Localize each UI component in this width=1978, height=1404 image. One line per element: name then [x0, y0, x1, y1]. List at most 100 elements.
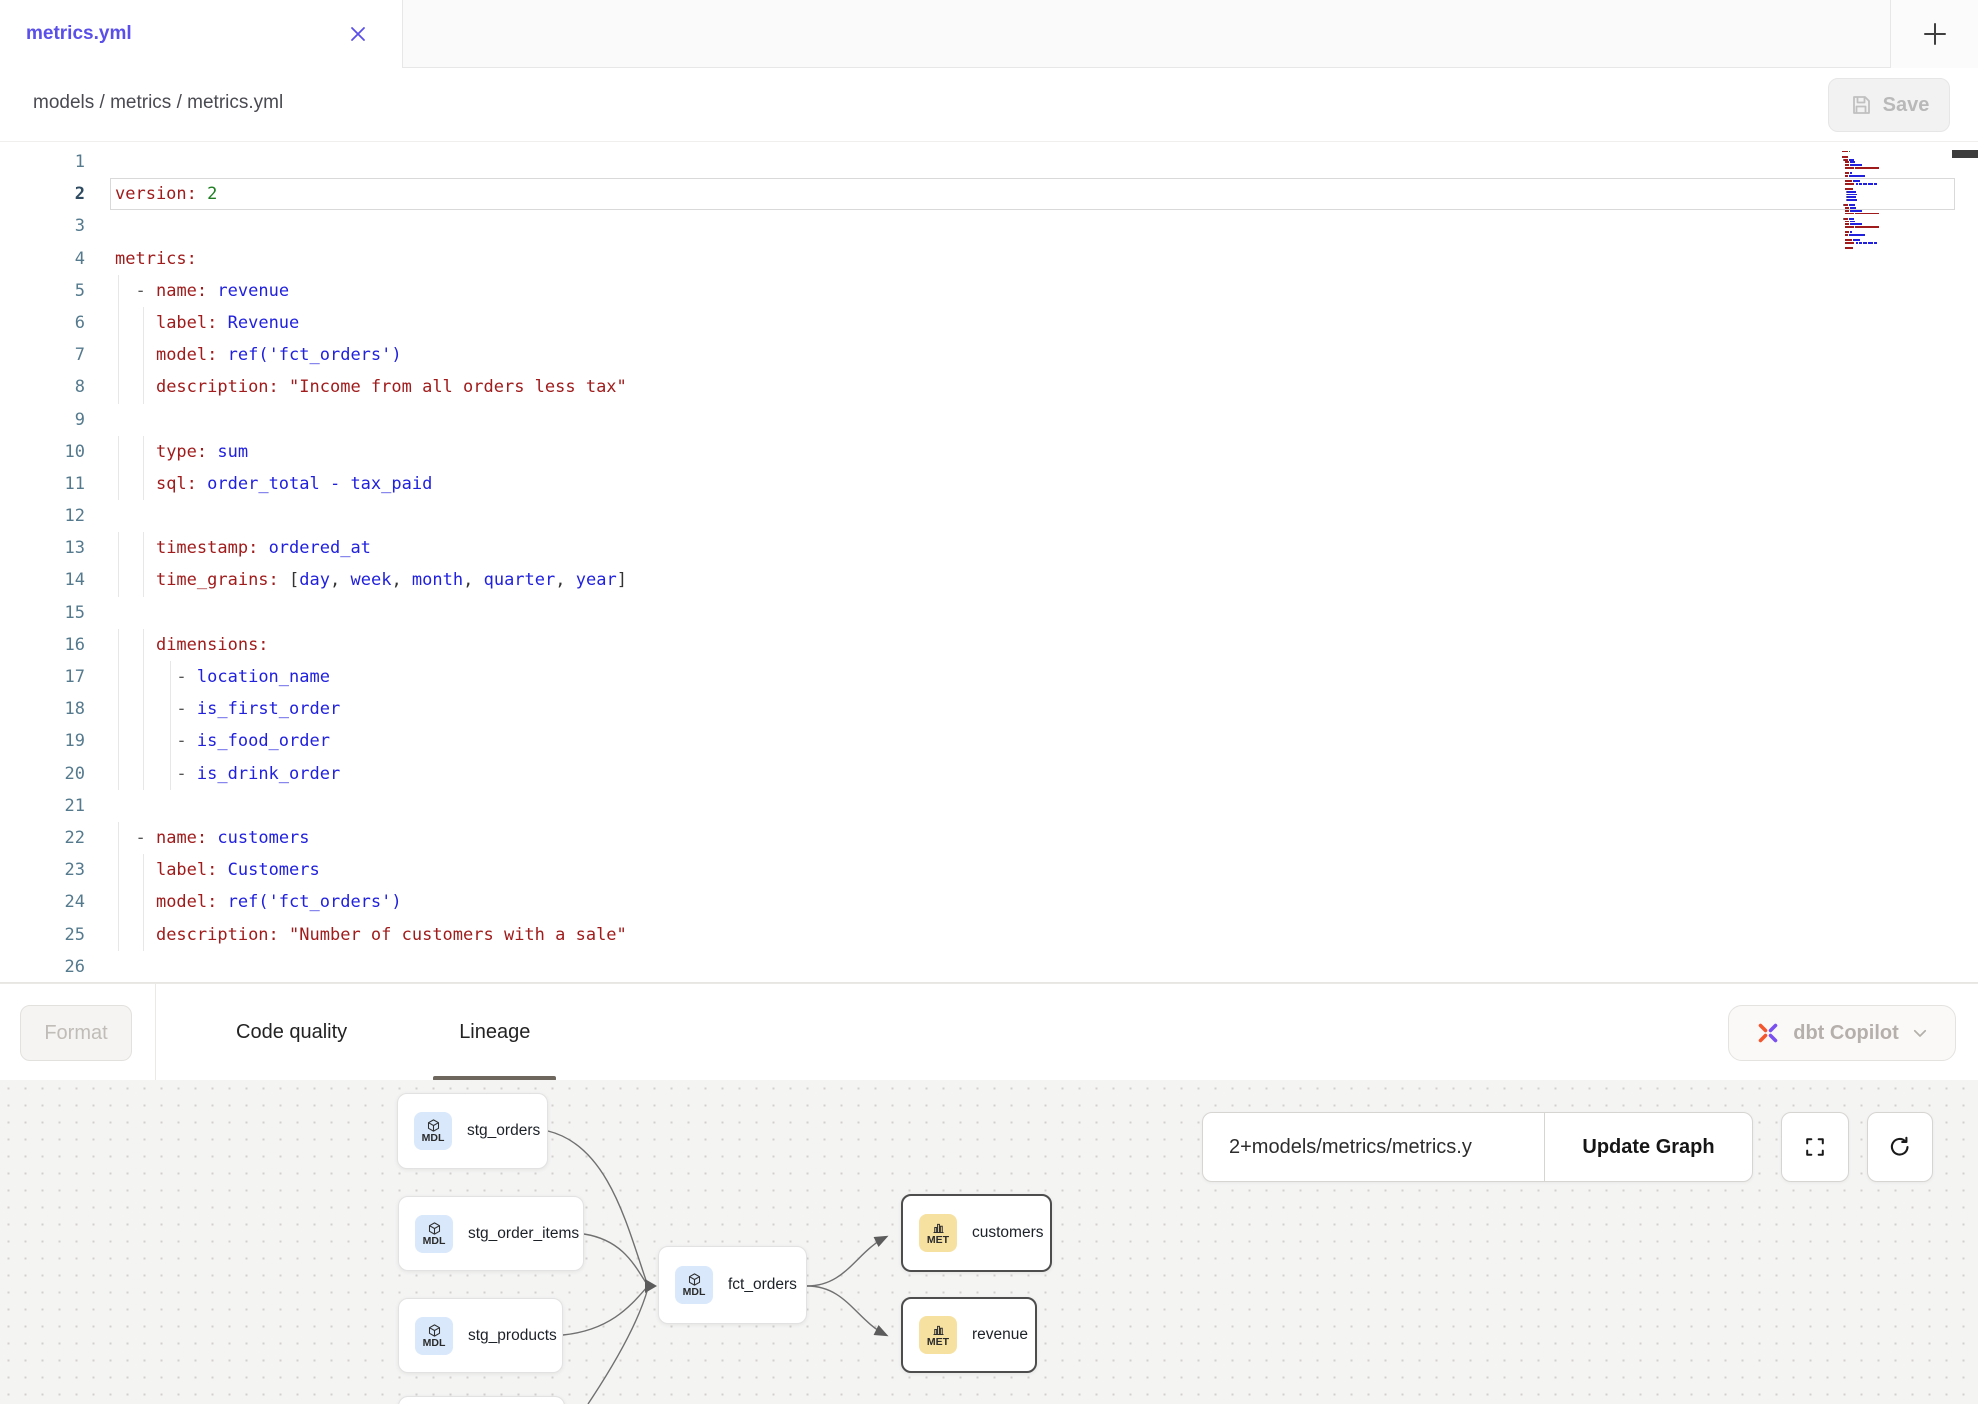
tab-lineage[interactable]: Lineage	[433, 984, 556, 1081]
model-badge: MDL	[414, 1112, 452, 1150]
indent-guide	[143, 564, 144, 596]
indent-guide	[118, 371, 119, 403]
minimap-row	[1842, 164, 1900, 166]
metric-chart-icon	[931, 1322, 946, 1337]
refresh-icon	[1888, 1135, 1912, 1159]
code-line[interactable]: 20 - is_drink_order	[0, 758, 1978, 790]
minimap-row	[1842, 156, 1900, 158]
indent-guide	[143, 371, 144, 403]
minimap-row	[1842, 245, 1900, 247]
node-stg-products[interactable]: MDL stg_products	[398, 1298, 563, 1373]
minimap-row	[1842, 178, 1900, 180]
code-line[interactable]: 5 - name: revenue	[0, 275, 1978, 307]
code-line[interactable]: 13 timestamp: ordered_at	[0, 532, 1978, 564]
tab-title: metrics.yml	[26, 23, 132, 45]
indent-guide	[118, 307, 119, 339]
line-number: 4	[0, 243, 85, 275]
line-number: 10	[0, 436, 85, 468]
code-line[interactable]: 7 model: ref('fct_orders')	[0, 339, 1978, 371]
minimap-row	[1842, 175, 1900, 177]
code-line[interactable]: 16 dimensions:	[0, 629, 1978, 661]
update-graph-button[interactable]: Update Graph	[1545, 1113, 1752, 1181]
indent-guide	[118, 758, 119, 790]
node-stg-order-items[interactable]: MDL stg_order_items	[398, 1196, 584, 1271]
format-button[interactable]: Format	[20, 1005, 132, 1061]
code-line[interactable]: 4metrics:	[0, 243, 1978, 275]
code-line[interactable]: 15	[0, 597, 1978, 629]
refresh-button[interactable]	[1867, 1112, 1933, 1182]
tab-metrics-yml[interactable]: metrics.yml	[0, 0, 402, 68]
minimap-row	[1842, 161, 1900, 163]
node-revenue[interactable]: MET revenue	[901, 1297, 1037, 1373]
code-line[interactable]: 14 time_grains: [day, week, month, quart…	[0, 564, 1978, 596]
indent-guide	[143, 339, 144, 371]
code-line[interactable]: 12	[0, 500, 1978, 532]
tab-bar: metrics.yml	[0, 0, 1978, 68]
indent-guide	[143, 436, 144, 468]
code-line[interactable]: 2version: 2	[0, 178, 1978, 210]
code-line[interactable]: 11 sql: order_total - tax_paid	[0, 468, 1978, 500]
save-button[interactable]: Save	[1828, 78, 1950, 132]
minimap-row	[1842, 221, 1900, 223]
code-line[interactable]: 26	[0, 951, 1978, 983]
code-text: label: Customers	[85, 854, 320, 886]
code-line[interactable]: 6 label: Revenue	[0, 307, 1978, 339]
code-line[interactable]: 10 type: sum	[0, 436, 1978, 468]
lineage-canvas[interactable]: MDL stg_orders MDL stg_order_items MDL s…	[0, 1080, 1978, 1404]
code-line[interactable]: 23 label: Customers	[0, 854, 1978, 886]
fullscreen-icon	[1804, 1136, 1826, 1158]
minimap-row	[1842, 180, 1900, 182]
code-line[interactable]: 24 model: ref('fct_orders')	[0, 886, 1978, 918]
node-stg-orders[interactable]: MDL stg_orders	[397, 1093, 548, 1169]
dbt-copilot-label: dbt Copilot	[1793, 1022, 1899, 1045]
indent-guide	[118, 468, 119, 500]
model-badge: MDL	[675, 1266, 713, 1304]
line-number: 19	[0, 725, 85, 757]
code-line[interactable]: 17 - location_name	[0, 661, 1978, 693]
code-line[interactable]: 19 - is_food_order	[0, 725, 1978, 757]
tab-strip	[402, 0, 1978, 68]
code-line[interactable]: 25 description: "Number of customers wit…	[0, 919, 1978, 951]
code-lines[interactable]: 12version: 234metrics:5 - name: revenue6…	[0, 146, 1978, 983]
minimap-row	[1842, 183, 1900, 185]
line-number: 8	[0, 371, 85, 403]
code-line[interactable]: 1	[0, 146, 1978, 178]
dbt-copilot-button[interactable]: dbt Copilot	[1728, 1005, 1956, 1061]
indent-guide	[143, 919, 144, 951]
node-customers[interactable]: MET customers	[901, 1194, 1052, 1272]
save-label: Save	[1883, 94, 1930, 117]
code-line[interactable]: 9	[0, 404, 1978, 436]
indent-guide	[118, 661, 119, 693]
close-icon[interactable]	[348, 24, 368, 44]
chevron-down-icon	[1911, 1024, 1929, 1042]
code-line[interactable]: 8 description: "Income from all orders l…	[0, 371, 1978, 403]
indent-guide	[118, 919, 119, 951]
indent-guide	[143, 886, 144, 918]
minimap-row	[1842, 170, 1900, 172]
new-tab-button[interactable]	[1890, 0, 1978, 68]
indent-guide	[118, 629, 119, 661]
graph-selector-input[interactable]	[1203, 1113, 1544, 1181]
code-line[interactable]: 3	[0, 210, 1978, 242]
minimap-row	[1842, 213, 1900, 215]
line-number: 3	[0, 210, 85, 242]
minimap-row	[1842, 204, 1900, 206]
indent-guide	[170, 661, 171, 693]
tab-code-quality[interactable]: Code quality	[210, 984, 373, 1081]
code-line[interactable]: 22 - name: customers	[0, 822, 1978, 854]
dbt-copilot-icon	[1755, 1020, 1781, 1046]
line-number: 25	[0, 919, 85, 951]
line-number: 9	[0, 404, 85, 436]
fullscreen-button[interactable]	[1781, 1112, 1849, 1182]
code-text: metrics:	[85, 243, 197, 275]
node-fct-orders[interactable]: MDL fct_orders	[658, 1246, 807, 1324]
code-line[interactable]: 18 - is_first_order	[0, 693, 1978, 725]
code-editor[interactable]: 12version: 234metrics:5 - name: revenue6…	[0, 142, 1978, 983]
node-partial[interactable]	[398, 1396, 565, 1404]
code-line[interactable]: 21	[0, 790, 1978, 822]
line-number: 1	[0, 146, 85, 178]
indent-guide	[170, 725, 171, 757]
scrollbar-thumb[interactable]	[1952, 150, 1978, 158]
indent-guide	[118, 725, 119, 757]
minimap[interactable]	[1842, 148, 1900, 250]
